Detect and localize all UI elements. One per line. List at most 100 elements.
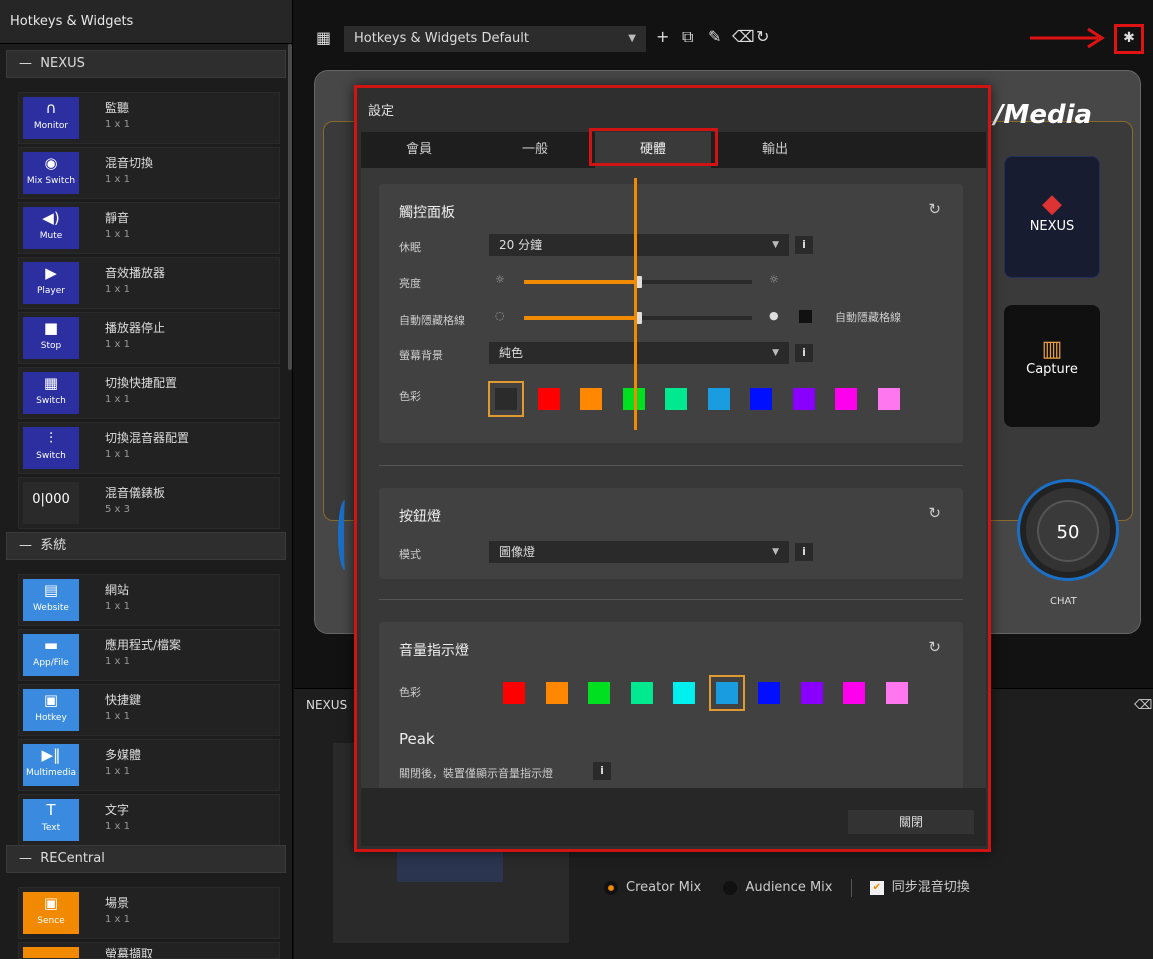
widget-item[interactable]: ⫶ Switch 切換混音器配置 1 x 1 [18, 422, 280, 474]
icon-symbol: ▶‖ [41, 746, 61, 764]
widget-item[interactable]: ■ Stop 播放器停止 1 x 1 [18, 312, 280, 364]
refresh-icon[interactable]: ↻ [756, 27, 769, 46]
color-swatch[interactable] [800, 682, 823, 704]
close-button[interactable]: 關閉 [848, 810, 974, 834]
icon-symbol: 0|000 [32, 492, 70, 507]
color-swatch[interactable] [545, 682, 568, 704]
color-swatch[interactable] [537, 388, 560, 410]
sidebar-scrollbar[interactable] [288, 44, 292, 370]
color-swatch[interactable] [707, 388, 730, 410]
widget-name: 靜音 [105, 211, 130, 225]
device-button-nexus[interactable]: ◆ NEXUS [1004, 156, 1100, 278]
icon-label: Stop [40, 341, 62, 351]
info-icon[interactable]: i [593, 762, 611, 780]
dialog-footer: 關閉 [361, 788, 986, 846]
tab-output[interactable]: 輸出 [717, 132, 833, 168]
widget-item[interactable]: ▣ Sence 場景 1 x 1 [18, 887, 280, 939]
edit-icon[interactable]: ✎ [708, 27, 721, 46]
info-icon[interactable]: i [795, 543, 813, 561]
audience-mix-radio[interactable] [723, 880, 738, 895]
background-select[interactable]: 純色 ▼ [489, 342, 789, 364]
color-swatch[interactable] [588, 682, 610, 704]
reset-icon[interactable]: ↻ [928, 200, 941, 218]
color-swatch[interactable] [835, 388, 857, 410]
peak-description: 關閉後，裝置僅顯示音量指示燈 [399, 767, 553, 780]
background-label: 螢幕背景 [399, 349, 443, 362]
widget-item[interactable]: ▣ Hotkey 快捷鍵 1 x 1 [18, 684, 280, 736]
player-icon: ▶ Player [23, 262, 79, 304]
device-button-label: NEXUS [1029, 219, 1075, 234]
info-icon[interactable]: i [795, 344, 813, 362]
settings-gear-button[interactable]: ✱ [1114, 24, 1144, 54]
color-swatch[interactable] [843, 682, 865, 704]
color-swatch[interactable] [750, 388, 772, 410]
color-swatch[interactable] [630, 682, 653, 704]
widget-size: 1 x 1 [105, 339, 130, 350]
section-system[interactable]: — 系統 [6, 532, 286, 560]
color-swatch[interactable] [758, 682, 780, 704]
peak-title: Peak [399, 730, 435, 748]
info-icon[interactable]: i [795, 236, 813, 254]
color-swatch[interactable] [580, 388, 602, 410]
widget-size: 1 x 1 [105, 229, 130, 240]
color-swatch[interactable] [503, 682, 525, 704]
widget-item[interactable]: ∩ Monitor 監聽 1 x 1 [18, 92, 280, 144]
color-swatch[interactable] [708, 675, 745, 711]
widget-item[interactable]: ◉ Mix Switch 混音切換 1 x 1 [18, 147, 280, 199]
widget-name: 切換快捷配置 [105, 376, 178, 390]
widget-item[interactable]: 0|000 混音儀錶板 5 x 3 [18, 477, 280, 529]
content-scrollbar[interactable] [634, 178, 637, 430]
widget-item[interactable]: ▬ App/File 應用程式/檔案 1 x 1 [18, 629, 280, 681]
trash-icon[interactable]: ⌫ [732, 27, 755, 46]
scene-icon: ▣ Sence [23, 892, 79, 934]
icon-symbol: ◀) [42, 209, 60, 227]
widget-item[interactable]: ▦ Switch 切換快捷配置 1 x 1 [18, 367, 280, 419]
color-swatch[interactable] [792, 388, 815, 410]
add-icon[interactable]: + [656, 27, 669, 46]
brand-logo: /Media [994, 100, 1093, 130]
widget-item[interactable]: ▶ Player 音效播放器 1 x 1 [18, 257, 280, 309]
sleep-select[interactable]: 20 分鐘 ▼ [489, 234, 789, 256]
color-swatch[interactable] [665, 388, 687, 410]
settings-dialog: 設定 會員 一般 硬體 輸出 觸控面板 ↻ 休眠 20 分鐘 ▼ i 亮度 ☼ ☼… [354, 85, 991, 852]
widget-name: 網站 [105, 583, 130, 597]
autohide-checkbox[interactable] [799, 310, 812, 323]
widget-name: 音效播放器 [105, 266, 166, 280]
color-swatch[interactable] [885, 682, 908, 704]
brightness-slider[interactable] [524, 276, 752, 288]
color-swatch[interactable] [877, 388, 900, 410]
tab-member[interactable]: 會員 [361, 132, 477, 168]
duplicate-icon[interactable]: ⧉ [682, 27, 693, 47]
widget-item[interactable]: ◀) Mute 靜音 1 x 1 [18, 202, 280, 254]
section-label: 系統 [40, 538, 67, 553]
mode-select[interactable]: 圖像燈 ▼ [489, 541, 789, 563]
widget-size: 1 x 1 [105, 656, 130, 667]
autohide-slider[interactable] [524, 312, 752, 324]
widget-name: 混音切換 [105, 156, 154, 170]
icon-label: Mix Switch [26, 176, 76, 186]
reset-icon[interactable]: ↻ [928, 638, 941, 656]
circle-full-icon: ● [769, 309, 779, 322]
section-nexus[interactable]: — NEXUS [6, 50, 286, 78]
widget-item[interactable]: ▶‖ Multimedia 多媒體 1 x 1 [18, 739, 280, 791]
chevron-down-icon: ▼ [772, 240, 779, 250]
widget-item[interactable]: ▤ Website 網站 1 x 1 [18, 574, 280, 626]
profile-select[interactable]: Hotkeys & Widgets Default ▼ [344, 26, 646, 52]
left-knob-ring[interactable] [338, 500, 352, 570]
tab-general[interactable]: 一般 [477, 132, 593, 168]
sync-mix-checkbox[interactable]: ✔ [869, 880, 884, 895]
widget-item[interactable]: T Text 文字 1 x 1 [18, 794, 280, 846]
reset-icon[interactable]: ↻ [928, 504, 941, 522]
section-recentral[interactable]: — RECentral [6, 845, 286, 873]
annotation-arrow-icon [1030, 27, 1105, 49]
color-swatch[interactable] [673, 682, 695, 704]
color-swatch[interactable] [488, 381, 524, 417]
text-icon: T Text [23, 799, 79, 841]
creator-mix-radio[interactable] [604, 880, 618, 895]
color-label: 色彩 [399, 390, 421, 403]
trash-icon[interactable]: ⌫ [1134, 698, 1152, 713]
device-button-capture[interactable]: ▥ Capture [1004, 305, 1100, 427]
widget-name: 場景 [105, 896, 130, 910]
widget-item[interactable]: 螢幕擷取 [18, 942, 280, 959]
icon-symbol: ▣ [43, 894, 59, 912]
